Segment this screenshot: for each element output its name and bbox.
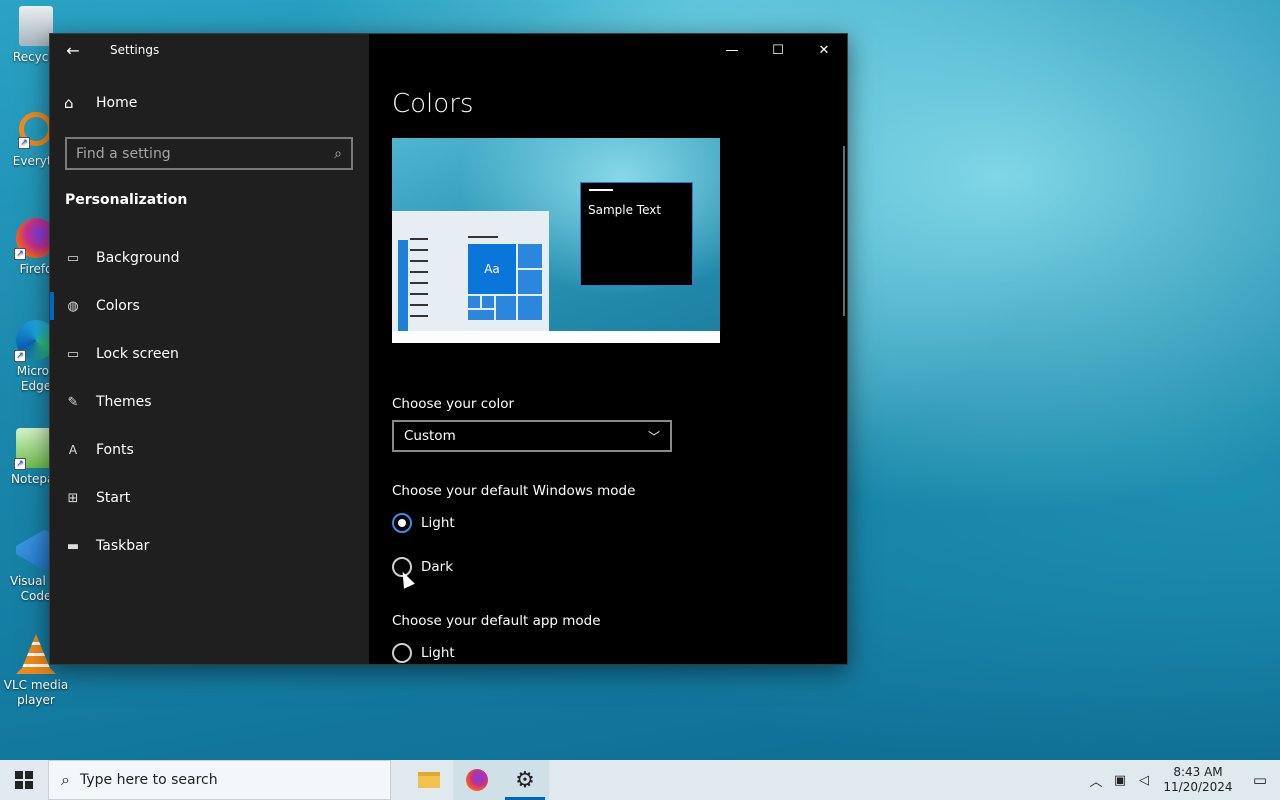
taskbar-firefox[interactable] <box>453 760 501 800</box>
find-setting-search: ⌕ <box>65 137 353 170</box>
taskbar-icon: ▬ <box>66 538 80 554</box>
chevron-up-icon[interactable]: ︿ <box>1084 771 1108 790</box>
radio-label: Dark <box>421 559 454 575</box>
taskbar: ⌕ Type here to search ⚙ ︿ ▣ ◁ 8:43 AM 11… <box>0 760 1280 800</box>
app-mode-label: Choose your default app mode <box>392 613 601 629</box>
sidebar-item-label: Background <box>96 250 180 266</box>
find-setting-input[interactable] <box>76 145 316 162</box>
window-controls: — ☐ ✕ <box>709 34 847 66</box>
sidebar-item-themes[interactable]: ✎ Themes <box>50 378 369 426</box>
lock-screen-icon: ▭ <box>66 346 80 362</box>
sidebar-item-label: Fonts <box>96 442 134 458</box>
taskbar-file-explorer[interactable] <box>405 760 453 800</box>
preview-sample-text: Sample Text <box>588 203 662 217</box>
notification-icon[interactable]: ▭ <box>1240 771 1280 789</box>
close-button[interactable]: ✕ <box>801 34 847 66</box>
start-icon: ⊞ <box>67 490 79 506</box>
home-nav-item[interactable]: ⌂ Home <box>64 94 137 112</box>
section-heading: Personalization <box>65 192 188 208</box>
taskbar-search-placeholder: Type here to search <box>79 772 218 788</box>
preview-dark-window: Sample Text <box>580 182 693 286</box>
taskbar-clock[interactable]: 8:43 AM 11/20/2024 <box>1162 765 1234 795</box>
sidebar-item-label: Colors <box>96 298 140 314</box>
windows-mode-label: Choose your default Windows mode <box>392 483 636 499</box>
maximize-button[interactable]: ☐ <box>755 34 801 66</box>
chevron-down-icon: ﹀ <box>647 429 660 444</box>
personalization-nav: ▭ Background ◍ Colors ▭ Lock screen ✎ Th… <box>50 234 369 570</box>
choose-color-label: Choose your color <box>392 396 515 412</box>
color-preview: Aa Sample Text <box>392 138 720 343</box>
home-label: Home <box>96 95 138 111</box>
palette-icon: ◍ <box>67 298 79 314</box>
taskbar-search-box[interactable]: ⌕ Type here to search <box>48 760 391 800</box>
brush-icon: ✎ <box>67 394 79 410</box>
network-icon[interactable]: ▣ <box>1108 773 1132 788</box>
desktop-icon-label: Firefo <box>19 262 53 276</box>
choose-color-value: Custom <box>404 428 456 444</box>
maximize-icon: ☐ <box>772 42 784 58</box>
page-title: Colors <box>392 89 474 119</box>
window-title: Settings <box>110 43 160 57</box>
search-icon[interactable]: ⌕ <box>334 146 342 162</box>
sidebar-item-taskbar[interactable]: ▬ Taskbar <box>50 522 369 570</box>
sidebar-item-label: Lock screen <box>96 346 179 362</box>
system-tray: ︿ ▣ ◁ 8:43 AM 11/20/2024 ▭ <box>1084 760 1280 800</box>
sidebar-item-label: Taskbar <box>96 538 150 554</box>
choose-color-dropdown[interactable]: Custom ﹀ <box>392 420 672 452</box>
radio-label: Light <box>421 515 455 531</box>
clock-date: 11/20/2024 <box>1163 780 1233 794</box>
scrollbar[interactable] <box>843 146 845 316</box>
folder-icon <box>418 772 440 788</box>
picture-icon: ▭ <box>66 250 80 266</box>
windows-mode-light-radio[interactable]: Light <box>392 513 455 533</box>
taskbar-settings[interactable]: ⚙ <box>501 760 549 800</box>
volume-muted-icon[interactable]: ◁ <box>1132 773 1156 788</box>
preview-start-column <box>398 240 408 331</box>
settings-content: — ☐ ✕ Colors Aa Sample Text Choose your … <box>369 34 847 664</box>
sidebar-item-background[interactable]: ▭ Background <box>50 234 369 282</box>
desktop-icon-label: VLC media player <box>3 678 69 707</box>
settings-sidebar: ← Settings ⌂ Home ⌕ Personalization ▭ Ba… <box>50 34 369 664</box>
search-icon: ⌕ <box>61 770 70 789</box>
clock-time: 8:43 AM <box>1173 765 1223 779</box>
preview-taskbar-strip <box>392 331 720 343</box>
font-icon: A <box>68 443 78 457</box>
close-icon: ✕ <box>818 42 830 58</box>
back-button[interactable]: ← <box>50 34 96 66</box>
preview-menu-lines <box>410 238 428 326</box>
windows-logo-icon <box>15 771 33 789</box>
gear-icon: ⚙ <box>515 767 535 793</box>
sidebar-item-fonts[interactable]: A Fonts <box>50 426 369 474</box>
settings-window: ← Settings ⌂ Home ⌕ Personalization ▭ Ba… <box>49 33 848 665</box>
sidebar-item-colors[interactable]: ◍ Colors <box>50 282 369 330</box>
firefox-icon <box>466 769 488 791</box>
radio-label: Light <box>421 645 455 661</box>
sidebar-item-lock-screen[interactable]: ▭ Lock screen <box>50 330 369 378</box>
sidebar-item-label: Themes <box>96 394 152 410</box>
sidebar-item-start[interactable]: ⊞ Start <box>50 474 369 522</box>
app-mode-light-radio[interactable]: Light <box>392 643 455 663</box>
recycle-bin-icon <box>19 6 53 46</box>
everything-icon: ↗ <box>18 112 53 149</box>
radio-selected-icon <box>392 513 412 533</box>
sidebar-item-label: Start <box>96 490 131 506</box>
minimize-button[interactable]: — <box>709 34 755 66</box>
start-button[interactable] <box>0 760 48 800</box>
back-arrow-icon: ← <box>66 40 80 60</box>
preview-tile-main: Aa <box>468 244 516 294</box>
radio-unselected-icon <box>392 643 412 663</box>
title-bar: ← Settings <box>50 34 159 66</box>
minimize-icon: — <box>725 42 739 58</box>
home-icon: ⌂ <box>64 94 74 112</box>
